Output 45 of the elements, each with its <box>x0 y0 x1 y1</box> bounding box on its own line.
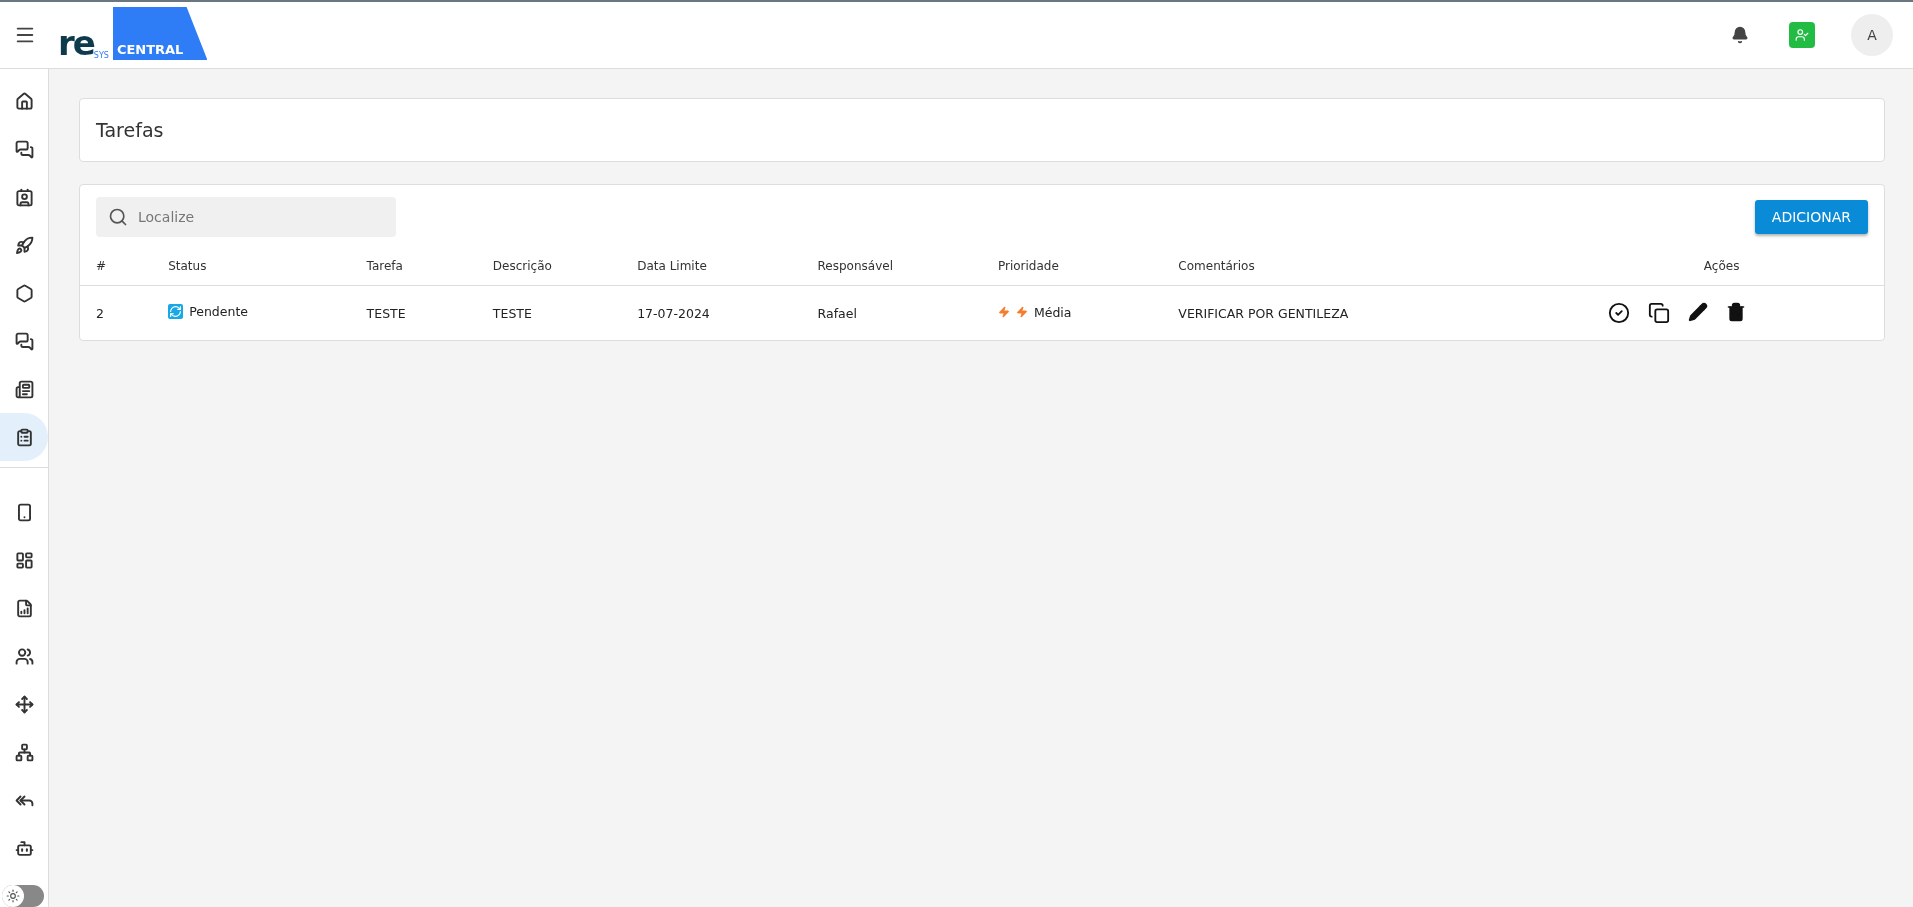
page-title: Tarefas <box>96 119 164 141</box>
column-header: Data Limite <box>621 247 802 286</box>
sync-icon <box>168 304 184 319</box>
column-header: Status <box>152 247 351 286</box>
column-header: Descrição <box>476 247 622 286</box>
table-cell: TESTE <box>476 285 622 340</box>
contact-card-icon <box>14 187 34 207</box>
priority-text: Média <box>1033 304 1072 320</box>
chart-file-icon <box>14 598 34 618</box>
newspaper-icon <box>14 379 34 399</box>
search-input[interactable]: Localize <box>136 208 384 226</box>
user-check-icon <box>1795 28 1809 42</box>
sun-icon <box>6 889 20 903</box>
bolt-icon <box>1015 306 1028 319</box>
add-button[interactable]: ADICIONAR <box>1754 200 1868 234</box>
user-avatar[interactable]: A <box>1851 14 1893 56</box>
dashboard-icon <box>14 550 34 570</box>
theme-toggle[interactable] <box>2 885 44 907</box>
bolt-icon <box>997 306 1010 319</box>
clipboard-icon <box>14 427 34 447</box>
user-check-button[interactable] <box>1789 22 1815 48</box>
table-cell: VERIFICAR POR GENTILEZA <box>1162 285 1560 340</box>
chat-icon <box>14 331 34 351</box>
robot-icon <box>14 838 34 858</box>
arrows-icon <box>14 694 34 714</box>
search-icon <box>108 207 128 227</box>
table-cell: TESTE <box>350 285 477 340</box>
logo: reSYS CENTRAL <box>58 10 208 60</box>
users-icon <box>14 646 34 666</box>
table-cell: 17-07-2024 <box>621 285 802 340</box>
column-header: Prioridade <box>981 247 1163 286</box>
table-cell: 2 <box>80 285 153 340</box>
rocket-icon <box>14 235 34 255</box>
search-field[interactable]: Localize <box>96 197 396 237</box>
chat-icon <box>14 139 34 159</box>
home-icon <box>14 91 34 111</box>
column-header: Responsável <box>801 247 982 286</box>
status-text: Pendente <box>189 304 248 319</box>
column-header: Tarefa <box>350 247 477 286</box>
network-icon <box>14 742 34 762</box>
column-header: # <box>80 247 153 286</box>
column-header: Comentários <box>1162 247 1560 286</box>
sidebar-item[interactable] <box>0 413 48 461</box>
table-cell: Rafael <box>801 285 982 340</box>
column-header: Ações <box>1559 247 1884 286</box>
